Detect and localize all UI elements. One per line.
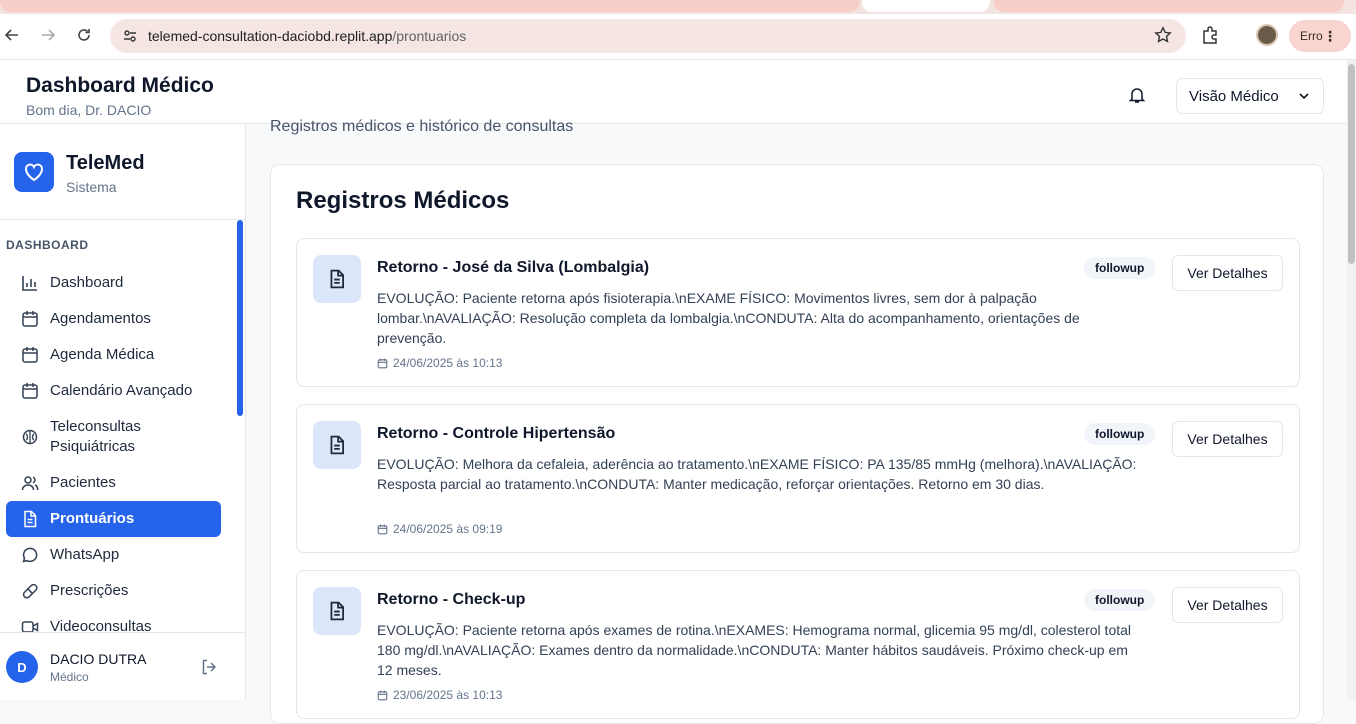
browser-tab[interactable] [0, 0, 860, 12]
bar-chart-icon [18, 271, 42, 295]
file-text-icon [313, 421, 361, 469]
sidebar-item-label: Prescrições [50, 582, 129, 599]
page-scrollbar[interactable] [1347, 60, 1356, 700]
user-role: Médico [50, 670, 89, 684]
records-card: Registros Médicos Retorno - José da Silv… [270, 164, 1324, 724]
chevron-down-icon [1297, 89, 1311, 107]
sidebar-item-agendamentos[interactable]: Agendamentos [6, 301, 221, 337]
calendar-icon [18, 343, 42, 367]
record-date-text: 24/06/2025 às 09:19 [393, 522, 503, 536]
record-description: EVOLUÇÃO: Paciente retorna após fisioter… [377, 290, 1080, 346]
view-select[interactable]: Visão Médico [1176, 78, 1324, 114]
sidebar: TeleMed Sistema DASHBOARD Dashboard Agen… [0, 124, 246, 700]
record-item: Retorno - José da Silva (Lombalgia) EVOL… [296, 238, 1300, 387]
record-date-text: 24/06/2025 às 10:13 [393, 356, 503, 370]
app-header: Dashboard Médico Bom dia, Dr. DACIO Visã… [0, 60, 1347, 124]
sidebar-section-label: DASHBOARD [6, 238, 89, 252]
calendar-icon [18, 307, 42, 331]
record-item: Retorno - Controle Hipertensão EVOLUÇÃO:… [296, 404, 1300, 553]
record-title: Retorno - Controle Hipertensão [377, 425, 616, 442]
file-text-icon [313, 587, 361, 635]
users-icon [18, 471, 42, 495]
pill-icon [18, 579, 42, 603]
sidebar-item-prontuarios[interactable]: Prontuários [6, 501, 221, 537]
sidebar-item-label: Calendário Avançado [50, 382, 193, 399]
greeting-text: Bom dia, Dr. DACIO [26, 102, 152, 118]
calendar-icon [18, 379, 42, 403]
sidebar-item-dashboard[interactable]: Dashboard [6, 265, 221, 301]
file-text-icon [18, 507, 42, 531]
sidebar-item-label: Teleconsultas Psiquiátricas [50, 418, 141, 455]
sidebar-item-prescricoes[interactable]: Prescrições [6, 573, 221, 609]
arrow-left-icon [4, 29, 18, 41]
sidebar-item-label: Dashboard [50, 274, 124, 291]
avatar: D [6, 651, 38, 683]
extensions-icon[interactable] [1200, 25, 1220, 50]
sidebar-item-calendario-avancado[interactable]: Calendário Avançado [6, 373, 221, 409]
sidebar-item-agenda-medica[interactable]: Agenda Médica [6, 337, 221, 373]
more-vert-icon: ⋮ [1323, 28, 1337, 44]
heart-logo-icon [14, 152, 54, 192]
scrollbar-thumb[interactable] [1348, 64, 1355, 264]
record-item: Retorno - Check-up EVOLUÇÃO: Paciente re… [296, 570, 1300, 719]
record-title: Retorno - Check-up [377, 591, 526, 608]
arrow-right-icon [42, 29, 56, 41]
divider [0, 219, 245, 220]
brand-subtitle: Sistema [66, 179, 117, 195]
sidebar-item-label: Pacientes [50, 474, 116, 491]
sidebar-item-whatsapp[interactable]: WhatsApp [6, 537, 221, 573]
sidebar-item-label: Agenda Médica [50, 346, 155, 363]
address-bar[interactable]: telemed-consultation-daciobd.replit.app/… [110, 19, 1186, 53]
reload-button[interactable] [72, 23, 96, 47]
bell-icon[interactable] [1128, 86, 1146, 109]
view-details-button[interactable]: Ver Detalhes [1172, 421, 1283, 457]
brain-icon [18, 425, 42, 449]
forward-button[interactable] [36, 23, 60, 47]
record-title: Retorno - José da Silva (Lombalgia) [377, 259, 650, 276]
back-button[interactable] [0, 23, 24, 47]
status-badge: followup [1084, 423, 1156, 445]
url-text: telemed-consultation-daciobd.replit.app/… [148, 28, 467, 44]
sidebar-item-label: Prontuários [50, 510, 135, 527]
records-heading: Registros Médicos [296, 187, 510, 214]
sidebar-item-teleconsultas-psiquiatricas[interactable]: Teleconsultas Psiquiátricas [6, 417, 221, 457]
view-details-button[interactable]: Ver Detalhes [1172, 255, 1283, 291]
record-description: EVOLUÇÃO: Paciente retorna após exames d… [377, 622, 1132, 678]
browser-tab-strip [0, 0, 1356, 14]
page-title: Dashboard Médico [26, 74, 214, 97]
calendar-icon [377, 690, 388, 700]
browser-toolbar: telemed-consultation-daciobd.replit.app/… [0, 14, 1356, 60]
browser-tab-active[interactable] [862, 0, 990, 12]
view-select-value: Visão Médico [1189, 87, 1279, 105]
status-badge: followup [1084, 589, 1156, 611]
status-badge: followup [1084, 257, 1156, 279]
message-circle-icon [18, 543, 42, 567]
page-subtitle: Registros médicos e histórico de consult… [270, 118, 574, 135]
sidebar-item-pacientes[interactable]: Pacientes [6, 465, 221, 501]
user-name: DACIO DUTRA [50, 651, 147, 667]
error-menu-button[interactable]: Erro ⋮ [1289, 20, 1351, 52]
calendar-icon [377, 358, 388, 368]
record-description: EVOLUÇÃO: Melhora da cefaleia, aderência… [377, 456, 1137, 492]
record-date: 24/06/2025 às 09:19 [377, 522, 502, 536]
profile-avatar[interactable] [1256, 24, 1278, 46]
sidebar-item-label: WhatsApp [50, 546, 120, 563]
record-date: 24/06/2025 às 10:13 [377, 356, 502, 370]
sidebar-user-footer: D DACIO DUTRA Médico [0, 632, 245, 700]
sidebar-item-label: Agendamentos [50, 310, 151, 327]
bookmark-star-icon[interactable] [1154, 26, 1172, 49]
site-info-icon[interactable] [120, 26, 140, 46]
brand-name: TeleMed [66, 152, 145, 174]
sidebar-scrollbar[interactable] [237, 220, 243, 416]
reload-icon [78, 29, 90, 41]
calendar-icon [377, 524, 388, 534]
browser-tab[interactable] [994, 0, 1344, 12]
file-text-icon [313, 255, 361, 303]
view-details-button[interactable]: Ver Detalhes [1172, 587, 1283, 623]
logout-icon[interactable] [200, 658, 218, 681]
